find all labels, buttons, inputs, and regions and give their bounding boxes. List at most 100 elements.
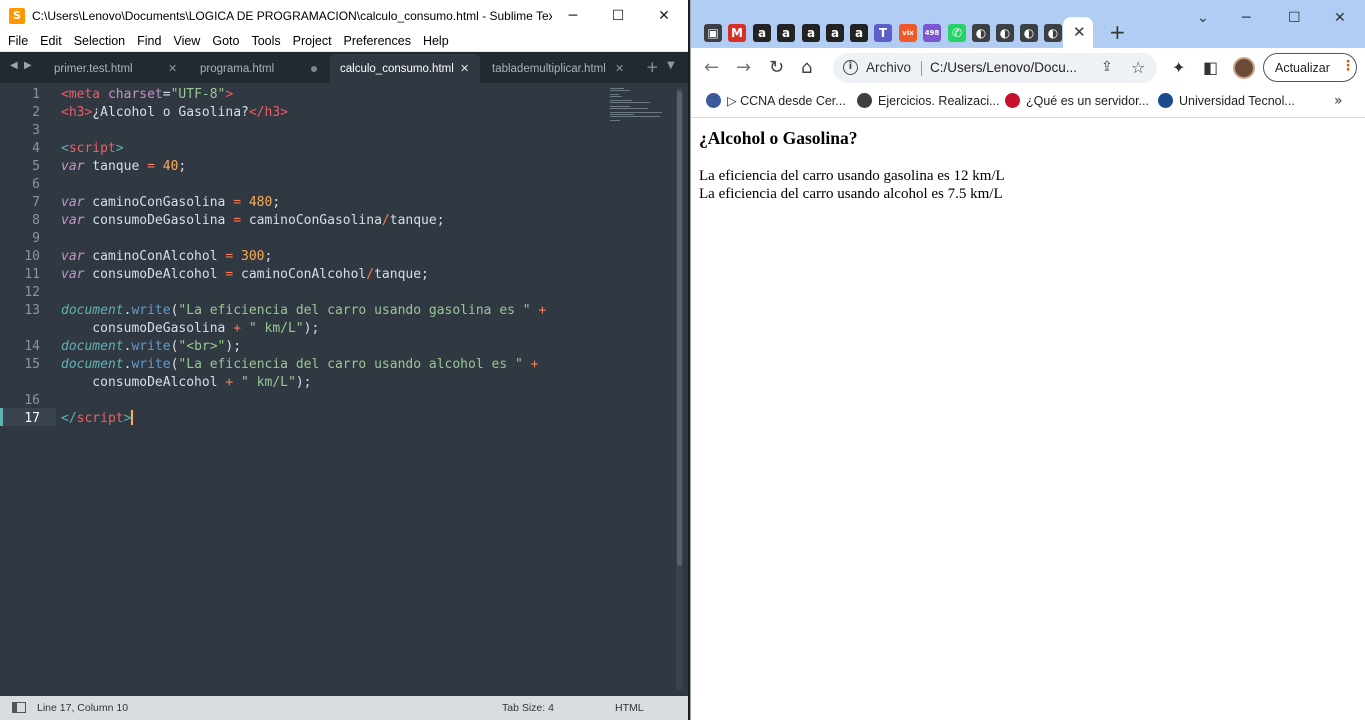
menu-goto[interactable]: Goto	[206, 32, 245, 51]
tab-size[interactable]: Tab Size: 4	[502, 702, 554, 714]
new-tab-icon[interactable]: +	[646, 58, 659, 76]
bookmark-universidad[interactable]: Universidad Tecnol...	[1158, 93, 1295, 108]
bookmark-ejercicios[interactable]: Ejercicios. Realizaci...	[857, 93, 1000, 108]
menu-find[interactable]: Find	[131, 32, 167, 51]
code-line[interactable]: document.write("La eficiencia del carro …	[61, 302, 546, 320]
code-token: caminoConGasolina	[84, 195, 234, 210]
side-panel-icon[interactable]: ◧	[1203, 58, 1218, 77]
back-button[interactable]: ←	[704, 57, 719, 78]
university-icon	[1158, 93, 1173, 108]
cursor-position[interactable]: Line 17, Column 10	[37, 702, 128, 714]
tab-close-icon[interactable]: ✕	[615, 62, 624, 75]
maximize-button[interactable]: ☐	[1288, 10, 1301, 26]
whatsapp-icon[interactable]: ✆	[948, 24, 966, 42]
amazon-icon[interactable]: a	[802, 24, 820, 42]
code-token: consumoDeAlcohol	[84, 267, 226, 282]
teams-icon[interactable]: T	[874, 24, 892, 42]
tab-close-icon[interactable]: ✕	[1073, 23, 1086, 41]
code-token: var	[61, 267, 85, 282]
share-icon[interactable]: ⇪	[1101, 59, 1113, 75]
menu-file[interactable]: File	[2, 32, 34, 51]
menu-selection[interactable]: Selection	[68, 32, 131, 51]
close-button[interactable]: ✕	[641, 0, 687, 31]
code-line[interactable]: consumoDeAlcohol + " km/L");	[61, 374, 311, 392]
vertical-scrollbar-thumb[interactable]	[677, 91, 682, 566]
minimap-line	[610, 94, 619, 95]
code-line[interactable]: var consumoDeAlcohol = caminoConAlcohol/…	[61, 266, 429, 284]
code-line[interactable]: var caminoConAlcohol = 300;	[61, 248, 272, 266]
menu-dots-icon[interactable]: ⋮	[1341, 58, 1355, 74]
more-bookmarks-icon[interactable]: »	[1334, 93, 1343, 109]
forward-button[interactable]: →	[736, 57, 751, 78]
minimize-button[interactable]: ─	[550, 0, 596, 31]
amazon-icon[interactable]: a	[850, 24, 868, 42]
code-line[interactable]: <script>	[61, 140, 124, 158]
globe-icon[interactable]: ◐	[1020, 24, 1038, 42]
menu-edit[interactable]: Edit	[34, 32, 68, 51]
bookmark-star-icon[interactable]: ☆	[1131, 58, 1145, 77]
close-button[interactable]: ✕	[1334, 10, 1346, 26]
tab-primer-test[interactable]: primer.test.html ✕	[44, 54, 186, 83]
bookmark-label: ▷ CCNA desde Cer...	[727, 94, 846, 108]
gmail-icon[interactable]: M	[728, 24, 746, 42]
tab-search-icon[interactable]: ⌄	[1197, 10, 1209, 26]
tab-close-icon[interactable]: ✕	[460, 62, 469, 75]
code-line[interactable]: </script>	[61, 410, 134, 428]
tab-next-icon[interactable]: ▶	[24, 60, 32, 71]
badge-498-icon[interactable]: 498	[923, 24, 941, 42]
address-bar[interactable]: i Archivo C:/Users/Lenovo/Docu... ⇪ ☆	[833, 53, 1157, 83]
code-token: charset	[107, 87, 163, 102]
globe-icon[interactable]: ◐	[1044, 24, 1062, 42]
tab-prev-icon[interactable]: ◀	[10, 60, 18, 71]
menu-help[interactable]: Help	[417, 32, 455, 51]
sublime-window: S C:\Users\Lenovo\Documents\LOGICA DE PR…	[0, 0, 688, 720]
update-button[interactable]: Actualizar ⋮	[1263, 53, 1357, 82]
code-token: +	[538, 303, 547, 318]
site-info-icon[interactable]: i	[843, 60, 858, 75]
minimap[interactable]	[610, 88, 668, 128]
code-editor[interactable]: 1 2 3 4 5 6 7 8 9 10 11 12 13 14 15 16 17 <meta charset=…	[0, 83, 688, 696]
amazon-icon[interactable]: a	[753, 24, 771, 42]
maximize-button[interactable]: ☐	[595, 0, 641, 31]
unsaved-dot-icon	[311, 66, 317, 72]
menu-preferences[interactable]: Preferences	[338, 32, 417, 51]
menu-view[interactable]: View	[167, 32, 206, 51]
extensions-icon[interactable]: ✦	[1172, 58, 1185, 77]
code-line[interactable]: var tanque = 40;	[61, 158, 186, 176]
url-text[interactable]: C:/Users/Lenovo/Docu...	[930, 60, 1085, 75]
code-line[interactable]: var consumoDeGasolina = caminoConGasolin…	[61, 212, 445, 230]
tab-programa[interactable]: programa.html	[190, 54, 328, 83]
reload-button[interactable]: ↻	[769, 57, 784, 78]
tab-tablademultiplicar[interactable]: tablademultiplicar.html ✕	[482, 54, 632, 83]
bookmark-ccna[interactable]: ▷ CCNA desde Cer...	[706, 93, 846, 108]
code-token: >	[280, 105, 288, 120]
tab-close-icon[interactable]: ✕	[168, 62, 177, 75]
code-line[interactable]: consumoDeGasolina + " km/L");	[61, 320, 319, 338]
code-token: " km/L"	[248, 321, 304, 336]
globe-icon[interactable]: ◐	[996, 24, 1014, 42]
code-line[interactable]: <meta charset="UTF-8">	[61, 86, 233, 104]
nav-cloud-icon[interactable]: ▣	[704, 24, 722, 42]
profile-avatar[interactable]	[1233, 57, 1255, 79]
amazon-icon[interactable]: a	[826, 24, 844, 42]
menu-project[interactable]: Project	[287, 32, 338, 51]
code-line[interactable]: document.write("La eficiencia del carro …	[61, 356, 538, 374]
amazon-icon[interactable]: a	[777, 24, 795, 42]
syntax-mode[interactable]: HTML	[615, 702, 644, 714]
code-line[interactable]: <h3>¿Alcohol o Gasolina?</h3>	[61, 104, 288, 122]
code-token: =	[147, 159, 155, 174]
vix-icon[interactable]: vix	[899, 24, 917, 42]
bookmark-servidor[interactable]: ¿Qué es un servidor...	[1005, 93, 1149, 108]
new-tab-button[interactable]: +	[1109, 20, 1126, 44]
home-button[interactable]: ⌂	[801, 57, 812, 78]
tab-list-icon[interactable]: ▼	[667, 60, 675, 71]
code-line[interactable]: var caminoConGasolina = 480;	[61, 194, 280, 212]
tab-calculo-consumo[interactable]: calculo_consumo.html ✕	[330, 54, 480, 83]
code-token: consumoDeGasolina	[61, 321, 234, 336]
globe-icon[interactable]: ◐	[972, 24, 990, 42]
panel-toggle-icon[interactable]	[12, 702, 26, 713]
code-line[interactable]: document.write("<br>");	[61, 338, 241, 356]
line-number: 5	[32, 159, 40, 174]
menu-tools[interactable]: Tools	[245, 32, 286, 51]
minimize-button[interactable]: ─	[1242, 10, 1250, 26]
